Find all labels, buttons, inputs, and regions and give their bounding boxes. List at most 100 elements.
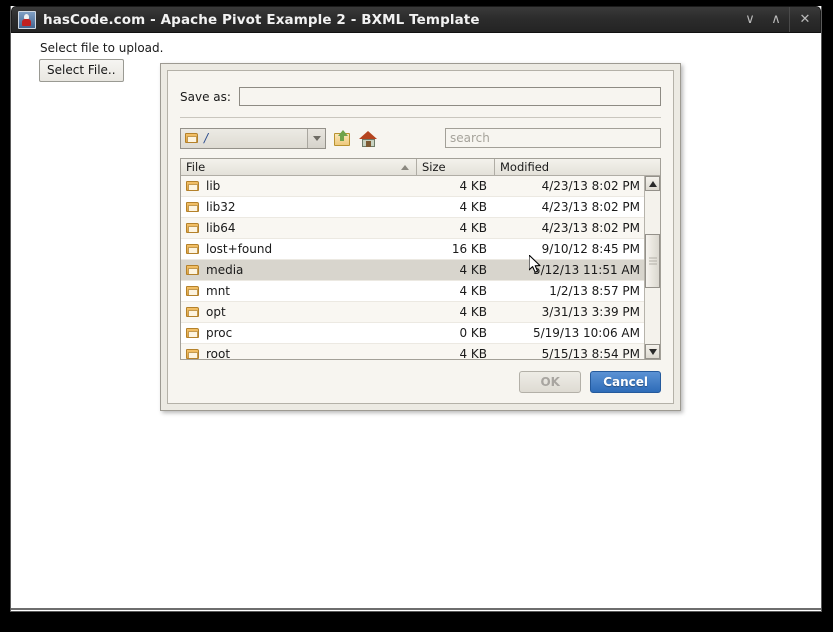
scroll-down-arrow-icon[interactable] xyxy=(645,344,660,359)
folder-icon xyxy=(186,265,200,276)
ok-button[interactable]: OK xyxy=(519,371,581,393)
file-name-cell: lib xyxy=(181,179,416,193)
sort-ascending-icon xyxy=(401,165,409,170)
column-header-size[interactable]: Size xyxy=(416,159,494,175)
file-name-label: lib32 xyxy=(206,200,236,214)
file-list-rows: lib4 KB4/23/13 8:02 PMlib324 KB4/23/13 8… xyxy=(181,176,644,359)
search-input[interactable] xyxy=(445,128,661,148)
scroll-up-arrow-icon[interactable] xyxy=(645,176,660,191)
save-as-row: Save as: xyxy=(180,87,661,106)
file-list-header: File Size Modified xyxy=(181,159,660,176)
file-name-cell: lib32 xyxy=(181,200,416,214)
file-name-cell: root xyxy=(181,347,416,359)
folder-icon xyxy=(186,349,200,360)
path-dropdown[interactable]: / xyxy=(180,128,326,149)
table-row[interactable]: opt 4 KB3/31/13 3:39 PM xyxy=(181,302,644,323)
maximize-icon[interactable]: ∧ xyxy=(763,7,789,32)
file-size-cell: 4 KB xyxy=(416,179,494,193)
table-row[interactable]: lib 4 KB4/23/13 8:02 PM xyxy=(181,176,644,197)
window-titlebar[interactable]: hasCode.com - Apache Pivot Example 2 - B… xyxy=(11,6,821,33)
file-modified-cell: 5/19/13 10:06 AM xyxy=(494,326,644,340)
table-row[interactable]: mnt 4 KB1/2/13 8:57 PM xyxy=(181,281,644,302)
column-header-modified[interactable]: Modified xyxy=(494,159,660,175)
folder-icon xyxy=(186,244,200,255)
table-row[interactable]: root 4 KB5/15/13 8:54 PM xyxy=(181,344,644,359)
file-modified-cell: 5/15/13 8:54 PM xyxy=(494,347,644,359)
java-duke-icon xyxy=(18,11,36,29)
file-name-label: lib64 xyxy=(206,221,236,235)
file-name-label: mnt xyxy=(206,284,230,298)
application-content: Select file to upload. Select File.. Sav… xyxy=(11,33,821,610)
file-name-cell: lost+found xyxy=(181,242,416,256)
folder-icon xyxy=(186,202,200,213)
file-name-label: media xyxy=(206,263,243,277)
file-modified-cell: 4/23/13 8:02 PM xyxy=(494,221,644,235)
scrollbar-thumb[interactable] xyxy=(645,234,660,288)
folder-icon xyxy=(186,307,200,318)
application-window: hasCode.com - Apache Pivot Example 2 - B… xyxy=(10,6,822,612)
column-header-modified-label: Modified xyxy=(500,160,549,174)
file-name-label: lib xyxy=(206,179,220,193)
file-name-label: lost+found xyxy=(206,242,272,256)
table-row[interactable]: media 4 KB5/12/13 11:51 AM xyxy=(181,260,644,281)
file-name-cell: mnt xyxy=(181,284,416,298)
path-text: / xyxy=(204,131,208,145)
file-name-label: root xyxy=(206,347,230,359)
file-name-cell: lib64 xyxy=(181,221,416,235)
file-modified-cell: 5/12/13 11:51 AM xyxy=(494,263,644,277)
file-name-cell: opt xyxy=(181,305,416,319)
path-dropdown-value: / xyxy=(181,131,307,145)
file-modified-cell: 1/2/13 8:57 PM xyxy=(494,284,644,298)
dialog-button-bar: OK Cancel xyxy=(519,371,661,393)
folder-icon xyxy=(186,328,200,339)
up-folder-icon[interactable] xyxy=(333,129,352,148)
dialog-divider xyxy=(180,117,661,118)
file-size-cell: 4 KB xyxy=(416,221,494,235)
file-save-dialog-body: Save as: / xyxy=(167,70,674,404)
file-size-cell: 4 KB xyxy=(416,347,494,359)
upload-instruction-label: Select file to upload. xyxy=(40,41,163,55)
desktop-background: hasCode.com - Apache Pivot Example 2 - B… xyxy=(0,0,833,632)
minimize-icon[interactable]: ∨ xyxy=(737,7,763,32)
table-row[interactable]: lost+found 16 KB9/10/12 8:45 PM xyxy=(181,239,644,260)
folder-icon xyxy=(186,286,200,297)
file-list-body: lib4 KB4/23/13 8:02 PMlib324 KB4/23/13 8… xyxy=(181,176,660,359)
table-row[interactable]: lib32 4 KB4/23/13 8:02 PM xyxy=(181,197,644,218)
file-size-cell: 4 KB xyxy=(416,200,494,214)
chevron-down-icon[interactable] xyxy=(307,129,325,148)
file-size-cell: 4 KB xyxy=(416,305,494,319)
file-name-label: opt xyxy=(206,305,226,319)
file-name-cell: media xyxy=(181,263,416,277)
cancel-button[interactable]: Cancel xyxy=(590,371,661,393)
file-modified-cell: 3/31/13 3:39 PM xyxy=(494,305,644,319)
column-header-file[interactable]: File xyxy=(181,159,416,175)
file-size-cell: 4 KB xyxy=(416,284,494,298)
close-icon[interactable]: ✕ xyxy=(789,7,820,32)
file-list-table: File Size Modified lib4 KB4/23/13 8 xyxy=(180,158,661,360)
file-modified-cell: 4/23/13 8:02 PM xyxy=(494,200,644,214)
save-as-label: Save as: xyxy=(180,90,231,104)
column-header-size-label: Size xyxy=(422,160,446,174)
file-modified-cell: 4/23/13 8:02 PM xyxy=(494,179,644,193)
save-as-input[interactable] xyxy=(239,87,661,106)
folder-icon xyxy=(185,133,199,144)
file-modified-cell: 9/10/12 8:45 PM xyxy=(494,242,644,256)
file-size-cell: 0 KB xyxy=(416,326,494,340)
table-row[interactable]: lib64 4 KB4/23/13 8:02 PM xyxy=(181,218,644,239)
window-controls: ∨ ∧ ✕ xyxy=(737,7,820,32)
home-icon[interactable] xyxy=(359,129,378,148)
table-row[interactable]: proc 0 KB5/19/13 10:06 AM xyxy=(181,323,644,344)
file-browser-toolbar: / xyxy=(180,127,661,149)
vertical-scrollbar[interactable] xyxy=(644,176,660,359)
file-size-cell: 4 KB xyxy=(416,263,494,277)
file-size-cell: 16 KB xyxy=(416,242,494,256)
folder-icon xyxy=(186,181,200,192)
column-header-file-label: File xyxy=(186,160,205,174)
window-title: hasCode.com - Apache Pivot Example 2 - B… xyxy=(43,12,480,28)
scrollbar-track[interactable] xyxy=(645,191,660,344)
file-name-label: proc xyxy=(206,326,232,340)
folder-icon xyxy=(186,223,200,234)
select-file-button[interactable]: Select File.. xyxy=(39,59,124,82)
file-save-dialog: Save as: / xyxy=(160,63,681,411)
file-name-cell: proc xyxy=(181,326,416,340)
